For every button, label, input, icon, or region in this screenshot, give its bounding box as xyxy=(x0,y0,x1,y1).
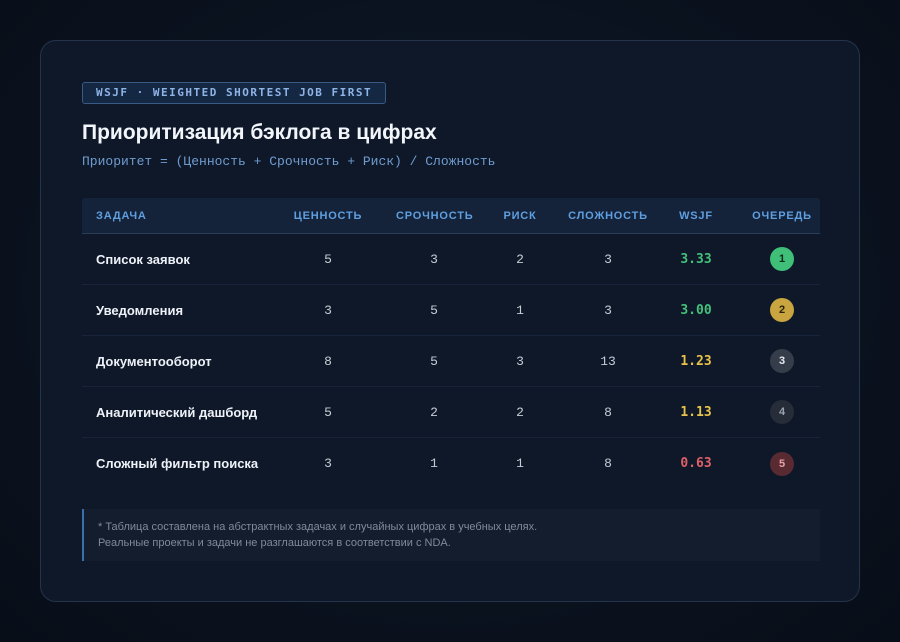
task-name: Уведомления xyxy=(96,302,184,318)
header-task: ЗАДАЧА xyxy=(96,209,147,222)
queue-rank-badge: 3 xyxy=(770,349,794,373)
value-cell: 3 xyxy=(324,302,332,318)
queue-cell: 5 xyxy=(744,451,820,476)
page-title: Приоритизация бэклога в цифрах xyxy=(82,121,437,144)
urgency-cell: 3 xyxy=(430,251,438,267)
table-row: Список заявок 5 3 2 3 3.33 1 xyxy=(82,234,820,285)
value-cell: 5 xyxy=(324,251,332,267)
wsjf-card: WSJF · WEIGHTED SHORTEST JOB FIRST Приор… xyxy=(40,40,860,602)
table-header: ЗАДАЧА ЦЕННОСТЬ СРОЧНОСТЬ РИСК СЛОЖНОСТЬ… xyxy=(82,198,820,234)
value-cell: 8 xyxy=(324,353,332,369)
queue-rank-badge: 5 xyxy=(770,451,794,476)
table-row: Сложный фильтр поиска 3 1 1 8 0.63 5 xyxy=(82,438,820,489)
header-urgency: СРОЧНОСТЬ xyxy=(396,209,474,222)
header-value: ЦЕННОСТЬ xyxy=(293,209,363,222)
queue-cell: 4 xyxy=(744,400,820,424)
wsjf-score: 3.33 xyxy=(680,251,712,267)
table-row: Аналитический дашборд 5 2 2 8 1.13 4 xyxy=(82,387,820,438)
value-cell: 3 xyxy=(324,456,332,471)
complexity-cell: 3 xyxy=(604,302,612,318)
formula-text: Приоритет = (Ценность + Срочность + Риск… xyxy=(82,154,496,169)
disclaimer-line-1: * Таблица составлена на абстрактных зада… xyxy=(98,521,538,533)
task-name: Аналитический дашборд xyxy=(96,404,258,420)
risk-cell: 1 xyxy=(516,456,524,471)
queue-rank-badge: 4 xyxy=(770,400,794,424)
urgency-cell: 5 xyxy=(430,353,438,369)
complexity-cell: 8 xyxy=(604,456,612,471)
task-name: Документооборот xyxy=(96,353,212,369)
header-risk: РИСК xyxy=(503,209,537,222)
header-queue: ОЧЕРЕДЬ xyxy=(752,209,812,222)
complexity-cell: 3 xyxy=(604,251,612,267)
value-cell: 5 xyxy=(324,404,332,420)
disclaimer-line-2: Реальные проекты и задачи не разглашаютс… xyxy=(98,537,451,549)
complexity-cell: 8 xyxy=(604,404,612,420)
backlog-table: ЗАДАЧА ЦЕННОСТЬ СРОЧНОСТЬ РИСК СЛОЖНОСТЬ… xyxy=(82,198,820,489)
urgency-cell: 5 xyxy=(430,302,438,318)
risk-cell: 2 xyxy=(516,404,524,420)
queue-cell: 2 xyxy=(744,298,820,322)
task-name: Сложный фильтр поиска xyxy=(96,456,259,471)
queue-cell: 3 xyxy=(744,349,820,373)
queue-cell: 1 xyxy=(744,247,820,271)
risk-cell: 3 xyxy=(516,353,524,369)
wsjf-score: 3.00 xyxy=(680,302,712,318)
urgency-cell: 2 xyxy=(430,404,438,420)
task-name: Список заявок xyxy=(96,251,190,267)
method-badge: WSJF · WEIGHTED SHORTEST JOB FIRST xyxy=(82,82,387,104)
risk-cell: 1 xyxy=(516,302,524,318)
wsjf-score: 0.63 xyxy=(680,456,712,471)
queue-rank-badge: 1 xyxy=(770,247,794,271)
table-row: Уведомления 3 5 1 3 3.00 2 xyxy=(82,285,820,336)
wsjf-score: 1.13 xyxy=(680,404,712,420)
wsjf-score: 1.23 xyxy=(680,353,712,369)
header-wsjf: WSJF xyxy=(679,209,713,222)
disclaimer-note: * Таблица составлена на абстрактных зада… xyxy=(82,509,820,561)
table-row: Документооборот 8 5 3 13 1.23 3 xyxy=(82,336,820,387)
risk-cell: 2 xyxy=(516,251,524,267)
header-complexity: СЛОЖНОСТЬ xyxy=(568,209,648,222)
table-body: Список заявок 5 3 2 3 3.33 1 Уведомления 3 5 1 3 3.0… xyxy=(82,234,820,489)
complexity-cell: 13 xyxy=(600,353,616,369)
urgency-cell: 1 xyxy=(430,456,438,471)
queue-rank-badge: 2 xyxy=(770,298,794,322)
